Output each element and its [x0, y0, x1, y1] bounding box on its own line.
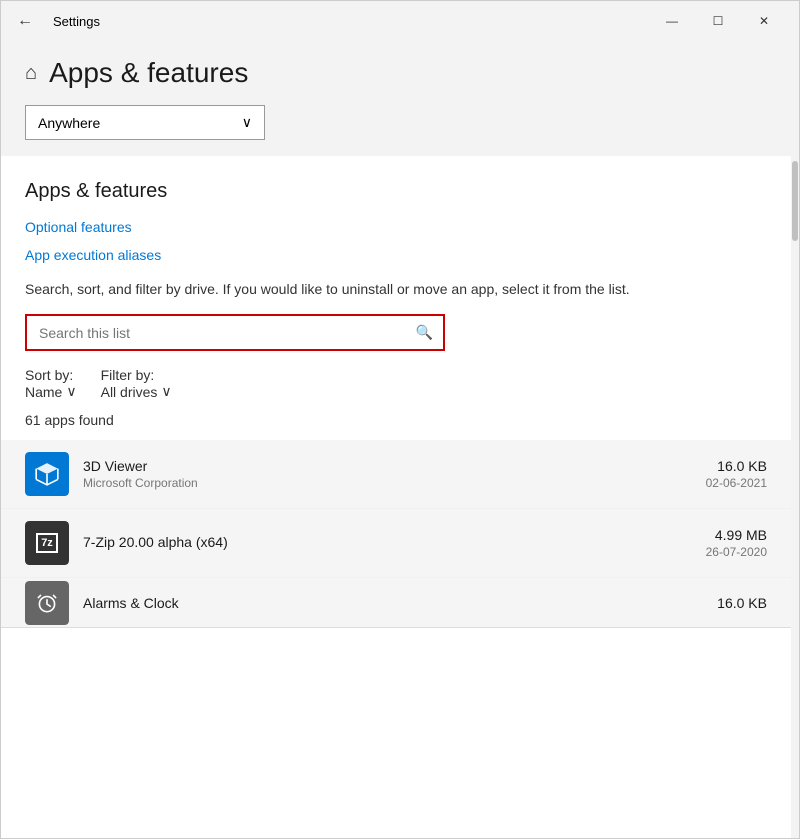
back-button[interactable]: ←: [13, 8, 37, 34]
page-header: ⌂ Apps & features: [1, 41, 791, 105]
app-meta: 4.99 MB 26-07-2020: [706, 527, 767, 559]
sort-control: Sort by: Name ∨: [25, 367, 77, 400]
app-info: Alarms & Clock: [83, 595, 717, 611]
search-icon: 🔍: [416, 324, 433, 340]
app-icon-wrap: [25, 581, 69, 625]
page-title: Apps & features: [49, 57, 248, 89]
filter-button[interactable]: All drives ∨: [101, 383, 172, 400]
sort-label: Sort by:: [25, 367, 73, 383]
optional-features-link[interactable]: Optional features: [25, 219, 767, 235]
app-size: 16.0 KB: [706, 458, 767, 474]
app-info: 3D Viewer Microsoft Corporation: [83, 458, 706, 490]
filter-label: Filter by:: [101, 367, 155, 383]
app-name: 7-Zip 20.00 alpha (x64): [83, 534, 706, 550]
table-row[interactable]: 7z 7-Zip 20.00 alpha (x64) 4.99 MB 26-07…: [1, 509, 791, 578]
app-icon-3dviewer: [25, 452, 69, 496]
clock-icon: [34, 590, 60, 616]
sort-chevron: ∨: [66, 383, 76, 400]
app-icon-7zip: 7z: [25, 521, 69, 565]
description-text: Search, sort, and filter by drive. If yo…: [25, 279, 767, 300]
close-button[interactable]: ✕: [741, 1, 787, 41]
minimize-button[interactable]: —: [649, 1, 695, 41]
content-body: Apps & features Optional features App ex…: [1, 156, 791, 838]
app-date: 26-07-2020: [706, 545, 767, 559]
app-info: 7-Zip 20.00 alpha (x64): [83, 534, 706, 552]
dropdown-value: Anywhere: [38, 115, 100, 131]
dropdown-section: Anywhere ∨: [1, 105, 791, 156]
cube-icon: [34, 461, 60, 487]
window-title: Settings: [53, 14, 100, 29]
settings-window: ← Settings — ☐ ✕ ⌂ Apps & features Anywh…: [0, 0, 800, 839]
section-title: Apps & features: [25, 180, 767, 203]
dropdown-chevron: ∨: [242, 114, 252, 131]
install-location-dropdown[interactable]: Anywhere ∨: [25, 105, 265, 140]
app-execution-aliases-link[interactable]: App execution aliases: [25, 247, 767, 263]
scrollbar-thumb[interactable]: [792, 161, 798, 241]
app-meta: 16.0 KB: [717, 595, 767, 611]
search-button[interactable]: 🔍: [406, 316, 443, 349]
app-name: 3D Viewer: [83, 458, 706, 474]
search-box-container: 🔍: [25, 314, 445, 351]
app-icon-wrap: 7z: [25, 521, 69, 565]
sort-button[interactable]: Name ∨: [25, 383, 77, 400]
filter-control: Filter by: All drives ∨: [101, 367, 172, 400]
app-size: 4.99 MB: [706, 527, 767, 543]
window-controls: — ☐ ✕: [649, 1, 787, 41]
app-list: 3D Viewer Microsoft Corporation 16.0 KB …: [1, 440, 791, 628]
sort-value: Name: [25, 384, 62, 400]
scrollbar[interactable]: [791, 41, 799, 838]
filter-value: All drives: [101, 384, 158, 400]
apps-found-text: 61 apps found: [25, 412, 767, 428]
table-row[interactable]: 3D Viewer Microsoft Corporation 16.0 KB …: [1, 440, 791, 509]
sort-filter-row: Sort by: Name ∨ Filter by: All drives ∨: [25, 367, 767, 400]
app-size: 16.0 KB: [717, 595, 767, 611]
main-content: ⌂ Apps & features Anywhere ∨ Apps & feat…: [1, 41, 791, 838]
content-area: ⌂ Apps & features Anywhere ∨ Apps & feat…: [1, 41, 799, 838]
title-bar-left: ← Settings: [13, 8, 100, 34]
filter-chevron: ∨: [161, 383, 171, 400]
app-icon-alarms: [25, 581, 69, 625]
app-meta: 16.0 KB 02-06-2021: [706, 458, 767, 490]
app-publisher: Microsoft Corporation: [83, 476, 706, 490]
maximize-button[interactable]: ☐: [695, 1, 741, 41]
app-name: Alarms & Clock: [83, 595, 717, 611]
zip-label-icon: 7z: [36, 533, 58, 553]
app-icon-wrap: [25, 452, 69, 496]
table-row[interactable]: Alarms & Clock 16.0 KB: [1, 578, 791, 628]
search-input[interactable]: [27, 317, 406, 349]
app-date: 02-06-2021: [706, 476, 767, 490]
home-icon: ⌂: [25, 62, 37, 85]
title-bar: ← Settings — ☐ ✕: [1, 1, 799, 41]
